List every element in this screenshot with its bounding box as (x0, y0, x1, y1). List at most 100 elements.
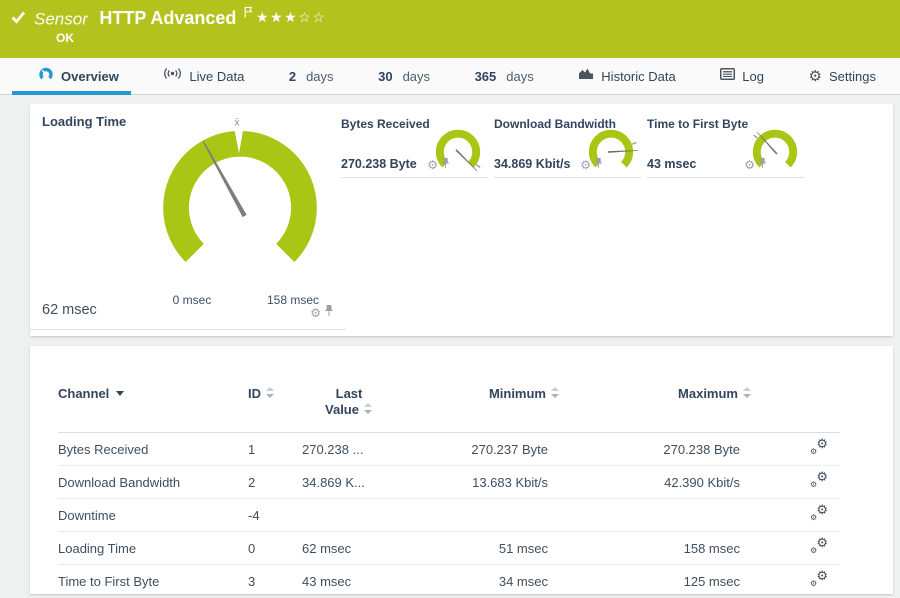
mini-gauge-card-time-to-first-byte: Time to First Byte 43 msec ⚙ (647, 110, 805, 178)
tab-30-days[interactable]: 30 days (370, 58, 438, 94)
check-icon (11, 11, 26, 29)
gauge-needle (608, 150, 639, 153)
channel-name: Time to First Byte (58, 564, 238, 598)
gear-icon[interactable]: ⚙ (580, 159, 591, 171)
stars-empty: ☆☆ (298, 9, 327, 25)
primary-gauge-title: Loading Time (42, 114, 127, 129)
channel-settings-icon[interactable]: ⚙ ⚙ (810, 437, 828, 456)
channel-last-value: 34.869 K... (288, 465, 438, 499)
gauges-panel: Loading Time x̄ 0 msec 158 msec 62 msec … (30, 104, 893, 336)
channel-name: Download Bandwidth (58, 465, 238, 499)
channels-table: Channel ID Last Value Minimum Maximum Byt… (58, 376, 840, 598)
channel-minimum (438, 498, 618, 532)
channel-settings-icon[interactable]: ⚙ ⚙ (810, 470, 828, 489)
gear-icon[interactable]: ⚙ (310, 307, 321, 319)
pin-icon[interactable] (324, 304, 334, 322)
table-row: Bytes Received 1 270.238 ... 270.237 Byt… (58, 433, 840, 466)
column-header-last-value[interactable]: Last Value (288, 376, 438, 433)
mini-gauge-title: Time to First Byte (647, 117, 749, 131)
channel-minimum: 34 msec (438, 564, 618, 598)
column-header-channel[interactable]: Channel (58, 376, 238, 433)
column-header-id[interactable]: ID (238, 376, 288, 433)
channel-maximum: 270.238 Byte (663, 441, 740, 457)
sort-icon (363, 403, 373, 414)
gear-icon: ⚙ (808, 67, 822, 85)
tab-settings[interactable]: ⚙ Settings (801, 58, 884, 94)
channel-maximum: 42.390 Kbit/s (618, 465, 798, 499)
stars-filled: ★★★ (256, 9, 299, 25)
area-chart-icon (578, 67, 594, 85)
sort-icon (743, 387, 752, 398)
broadcast-icon (163, 67, 182, 85)
column-header-settings (798, 376, 840, 433)
sensor-status-header: Sensor HTTP Advanced ★★★☆☆ OK (0, 0, 900, 58)
average-tick (753, 134, 758, 139)
channel-last-value: 43 msec (288, 564, 438, 598)
table-row: Download Bandwidth 2 34.869 K... 13.683 … (58, 465, 840, 499)
column-header-minimum[interactable]: Minimum (438, 376, 618, 433)
tab-overview[interactable]: Overview (12, 58, 131, 95)
channel-maximum: 158 msec (618, 531, 798, 565)
mini-gauge-card-download-bandwidth: Download Bandwidth 34.869 Kbit/s ⚙ (494, 110, 641, 178)
channel-id: -4 (238, 498, 288, 532)
channel-last-value (288, 498, 438, 532)
mini-gauge-title: Bytes Received (341, 117, 430, 131)
pin-icon[interactable] (758, 156, 767, 174)
table-header-row: Channel ID Last Value Minimum Maximum (58, 376, 840, 433)
channel-settings-icon[interactable]: ⚙ ⚙ (810, 503, 828, 522)
channel-name: Loading Time (58, 531, 238, 565)
channel-id: 1 (248, 441, 256, 457)
channel-id: 0 (238, 531, 288, 565)
channel-last-value: 62 msec (288, 531, 438, 565)
pin-icon[interactable] (594, 156, 603, 174)
gear-icon[interactable]: ⚙ (744, 159, 755, 171)
mini-gauge-value: 43 msec (647, 157, 697, 171)
channel-id: 2 (238, 465, 288, 499)
channel-minimum: 270.237 Byte (471, 441, 548, 457)
sort-icon (551, 387, 560, 398)
tab-2-days[interactable]: 2 days (281, 58, 342, 94)
tab-log[interactable]: Log (712, 58, 772, 94)
tab-bar: Overview Live Data 2 days 30 days 365 days … (0, 58, 900, 95)
table-row: Time to First Byte 3 43 msec 34 msec 125… (58, 564, 840, 598)
mini-gauge-value: 34.869 Kbit/s (494, 157, 571, 171)
priority-stars[interactable]: ★★★☆☆ (256, 9, 326, 26)
average-tick (631, 141, 637, 145)
channel-last-value: 270.238 ... (302, 441, 364, 457)
channel-name: Bytes Received (58, 441, 149, 457)
column-header-maximum[interactable]: Maximum (618, 376, 798, 433)
primary-gauge-card: Loading Time x̄ 0 msec 158 msec 62 msec … (30, 104, 346, 330)
status-badge: OK (56, 31, 74, 45)
log-icon (720, 67, 736, 85)
loading-time-gauge: x̄ (163, 117, 317, 263)
flag-icon[interactable] (244, 5, 253, 22)
page-content: Loading Time x̄ 0 msec 158 msec 62 msec … (0, 95, 900, 598)
channel-maximum: 125 msec (618, 564, 798, 598)
sensor-title: HTTP Advanced (99, 8, 237, 29)
tab-365-days[interactable]: 365 days (467, 58, 542, 94)
channel-name: Downtime (58, 498, 238, 532)
chevron-down-icon (116, 391, 125, 396)
channel-id: 3 (238, 564, 288, 598)
gauge-icon (38, 66, 54, 87)
gauge-min-label: 0 msec (172, 293, 212, 307)
sensor-type-label: Sensor (34, 9, 88, 29)
channel-minimum: 51 msec (438, 531, 618, 565)
channel-settings-icon[interactable]: ⚙ ⚙ (810, 569, 828, 588)
table-row: Loading Time 0 62 msec 51 msec 158 msec … (58, 531, 840, 565)
mini-gauge-value: 270.238 Byte (341, 157, 417, 171)
average-marker-label: x̄ (234, 117, 240, 129)
sort-icon (266, 387, 275, 398)
gear-icon[interactable]: ⚙ (427, 159, 438, 171)
mini-gauge-card-bytes-received: Bytes Received 270.238 Byte ⚙ (341, 110, 488, 178)
channel-maximum (618, 498, 798, 532)
tab-live-data[interactable]: Live Data (155, 58, 252, 94)
pin-icon[interactable] (441, 156, 450, 174)
average-tick (475, 164, 481, 169)
tab-historic-data[interactable]: Historic Data (570, 58, 683, 94)
channels-panel: Channel ID Last Value Minimum Maximum Byt… (30, 346, 893, 598)
channel-minimum: 13.683 Kbit/s (438, 465, 618, 499)
channel-settings-icon[interactable]: ⚙ ⚙ (810, 536, 828, 555)
primary-gauge-value: 62 msec (42, 302, 97, 318)
table-row: Downtime -4 ⚙ ⚙ (58, 498, 840, 532)
